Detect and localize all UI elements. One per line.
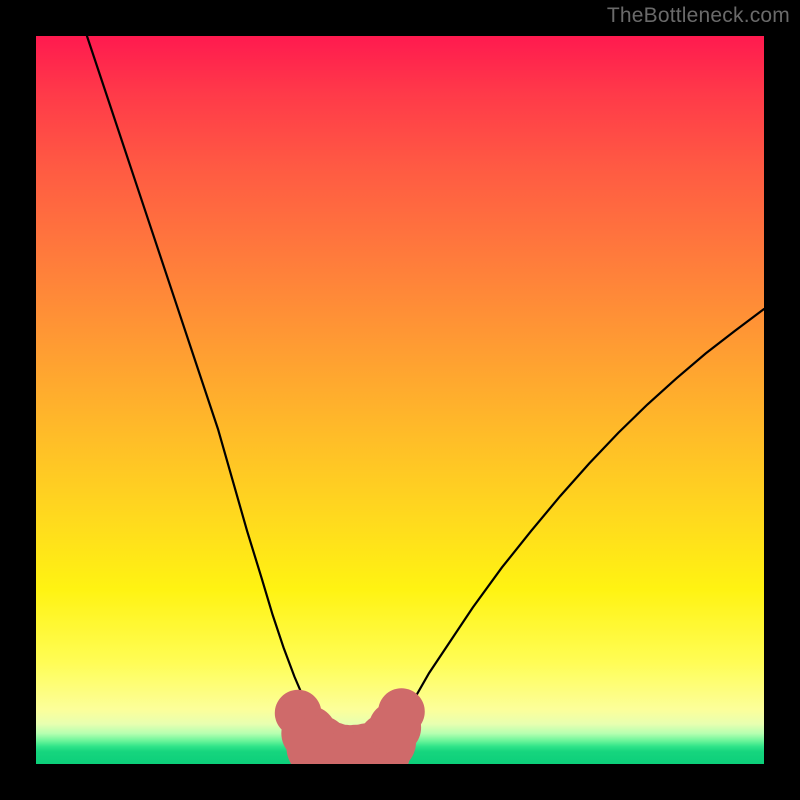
curve-svg	[36, 36, 764, 764]
plot-area	[36, 36, 764, 764]
curve-left-branch	[87, 36, 335, 753]
curve-right-branch	[378, 309, 764, 753]
valley-dot	[378, 688, 425, 735]
valley-dots-group	[275, 688, 425, 764]
outer-black-frame: TheBottleneck.com	[0, 0, 800, 800]
watermark-text: TheBottleneck.com	[607, 4, 790, 28]
